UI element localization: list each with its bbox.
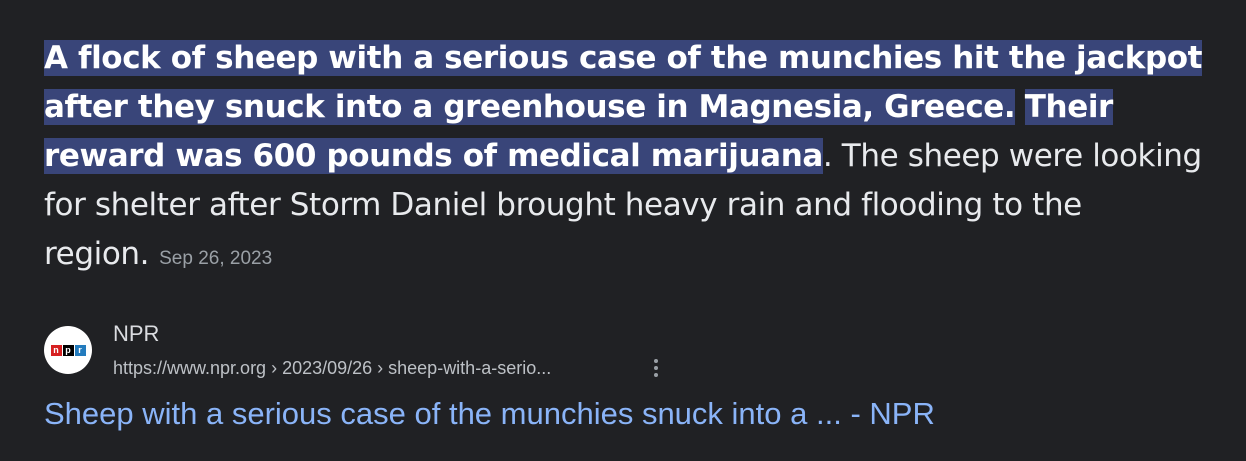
site-name: NPR bbox=[113, 321, 160, 346]
snippet-date: Sep 26, 2023 bbox=[159, 248, 273, 269]
site-url: https://www.npr.org › 2023/09/26 › sheep… bbox=[113, 358, 552, 378]
npr-logo-p: p bbox=[62, 344, 74, 356]
npr-logo-r: r bbox=[74, 344, 86, 356]
featured-snippet: A flock of sheep with a serious case of … bbox=[44, 34, 1214, 283]
more-options-icon[interactable] bbox=[644, 356, 668, 380]
result-title-link[interactable]: Sheep with a serious case of the munchie… bbox=[44, 396, 935, 432]
search-result-page: A flock of sheep with a serious case of … bbox=[0, 0, 1246, 461]
npr-logo-n: n bbox=[50, 344, 62, 356]
npr-logo-icon: n p r bbox=[50, 344, 86, 356]
npr-favicon: n p r bbox=[44, 326, 92, 374]
result-source[interactable]: n p r NPR https://www.npr.org › 2023/09/… bbox=[44, 320, 744, 384]
